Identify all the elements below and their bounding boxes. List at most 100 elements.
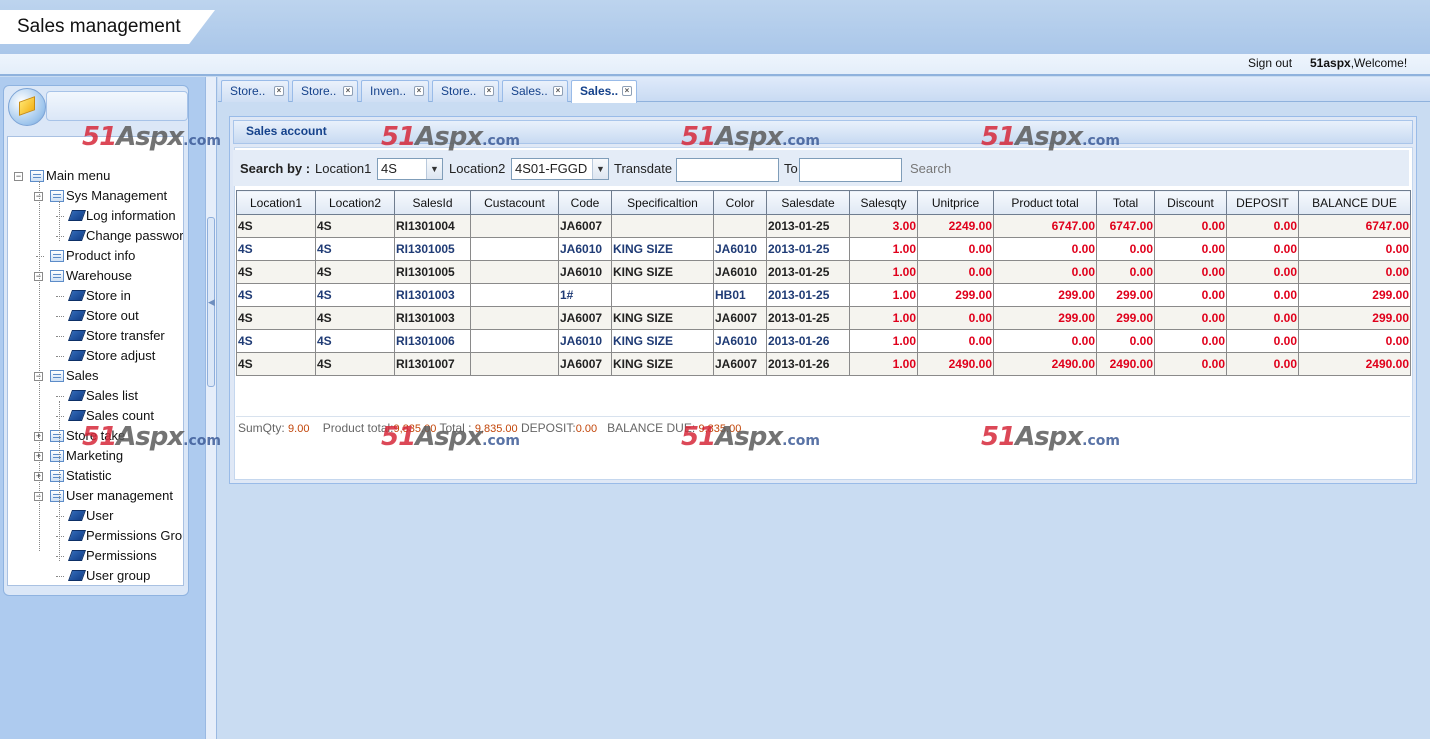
tree-item[interactable]: Change password [67,227,184,245]
tree-item-label: Statistic [66,468,112,483]
collapse-icon[interactable]: − [14,172,23,181]
column-header[interactable]: Salesqty [849,190,918,215]
tree-item-label: Main menu [46,168,111,183]
table-cell: 2013-01-26 [766,352,850,376]
tab[interactable]: Store.. × [221,80,289,102]
chevron-down-icon[interactable]: ▼ [426,159,442,179]
tree-item[interactable]: Permissions [67,547,157,565]
tree-item[interactable]: Log information [67,207,176,225]
table-cell: 2249.00 [917,214,994,238]
tab[interactable]: Store.. × [292,80,358,102]
tree-item[interactable]: Store adjust [67,347,155,365]
collapse-arrow-icon[interactable]: ◀ [208,297,215,308]
table-row[interactable]: 4S 4S RI1301006 JA6010 KING SIZE JA6010 2013-0… [236,329,1411,353]
search-button[interactable]: Search [910,161,951,176]
table-cell: 2013-01-25 [766,283,850,307]
column-header[interactable]: SalesId [394,190,471,215]
column-header[interactable]: Salesdate [766,190,850,215]
tab[interactable]: Inven.. × [361,80,429,102]
close-icon[interactable]: × [484,86,494,96]
app-header: Sales management [0,0,1430,56]
table-row[interactable]: 4S 4S RI1301005 JA6010 KING SIZE JA6010 2013-0… [236,237,1411,261]
column-header[interactable]: Color [713,190,767,215]
column-header[interactable]: BALANCE DUE [1298,190,1411,215]
tree-item[interactable]: Sys Management [50,187,167,205]
table-cell: JA6007 [558,352,612,376]
tree-item[interactable]: Store in [67,287,131,305]
tree-item[interactable]: User [67,507,113,525]
close-icon[interactable]: × [622,86,632,96]
book-icon [67,350,87,361]
tree-item[interactable]: Sales [50,367,99,385]
column-header[interactable]: Location2 [315,190,395,215]
table-cell: 4S [315,352,395,376]
table-cell: 299.00 [1298,283,1411,307]
table-cell: JA6010 [713,329,767,353]
tree-item[interactable]: Store transfer [67,327,165,345]
tab[interactable]: Sales.. × [571,80,637,103]
column-header[interactable]: Total [1096,190,1155,215]
tab[interactable]: Sales.. × [502,80,568,102]
tree-item[interactable]: Permissions Group [67,527,183,545]
table-cell: 299.00 [993,283,1097,307]
column-header[interactable]: Code [558,190,612,215]
tree-item[interactable]: Store take [50,427,125,445]
close-icon[interactable]: × [274,86,284,96]
table-cell: 0.00 [1096,329,1155,353]
table-row[interactable]: 4S 4S RI1301007 JA6007 KING SIZE JA6007 2013-0… [236,352,1411,376]
sign-out-link[interactable]: Sign out [1248,56,1292,70]
transdate-input[interactable] [676,158,779,182]
tab[interactable]: Store.. × [432,80,499,102]
column-header[interactable]: Custacount [470,190,559,215]
column-header[interactable]: Specificaltion [611,190,714,215]
table-cell: 0.00 [917,306,994,330]
sales-grid: Location1 Location2 SalesId Custacount Code S… [236,190,1411,376]
table-cell: 4S [236,214,316,238]
table-cell: 4S [236,329,316,353]
close-icon[interactable]: × [553,86,563,96]
table-cell: 0.00 [1154,352,1227,376]
column-header[interactable]: Location1 [236,190,316,215]
table-cell: 2013-01-25 [766,260,850,284]
table-row[interactable]: 4S 4S RI1301005 JA6010 KING SIZE JA6010 2013-0… [236,260,1411,284]
to-date-input[interactable] [799,158,902,182]
table-row[interactable]: 4S 4S RI1301004 JA6007 2013-01-25 3.00 2249.00… [236,214,1411,238]
sidebar-splitter[interactable]: ◀ [205,77,217,739]
tree-item[interactable]: Marketing [50,447,123,465]
table-cell: 299.00 [1298,306,1411,330]
column-header[interactable]: Product total [993,190,1097,215]
welcome-text: 51aspx,Welcome! [1310,56,1407,70]
tree-connector [56,216,64,217]
panel-header: Sales account [233,120,1413,144]
location2-select[interactable]: 4S01-FGGD ▼ [511,158,609,180]
tree-item-label: Marketing [66,448,124,463]
book-icon [67,210,87,221]
book-icon [67,410,87,421]
tab-label: Inven.. [370,84,407,98]
table-row[interactable]: 4S 4S RI1301003 JA6007 KING SIZE JA6007 2013-0… [236,306,1411,330]
book-icon [67,510,87,521]
tree-item-label: Store out [86,308,139,323]
tree-item-label: Change password [86,228,184,243]
close-icon[interactable]: × [343,86,353,96]
tree-item[interactable]: Store out [67,307,139,325]
tree-item[interactable]: Sales count [67,407,154,425]
column-header[interactable]: Unitprice [917,190,994,215]
location1-select[interactable]: 4S ▼ [377,158,443,180]
column-header[interactable]: Discount [1154,190,1227,215]
tree-item[interactable]: Sales list [67,387,138,405]
tree-connector [56,556,64,557]
tree-item[interactable]: Main menu [30,167,110,185]
table-cell: RI1301005 [394,260,471,284]
close-icon[interactable]: × [414,86,424,96]
tree-item[interactable]: User management [50,487,173,505]
tree-item[interactable]: User group [67,567,150,585]
tree-item[interactable]: Warehouse [50,267,132,285]
tree-item[interactable]: Product info [50,247,135,265]
table-cell: 299.00 [1096,306,1155,330]
column-header[interactable]: DEPOSIT [1226,190,1299,215]
table-cell: 0.00 [1154,329,1227,353]
chevron-down-icon[interactable]: ▼ [592,159,608,179]
tree-connector [56,236,64,237]
table-row[interactable]: 4S 4S RI1301003 1# HB01 2013-01-25 1.00 299.00 2… [236,283,1411,307]
